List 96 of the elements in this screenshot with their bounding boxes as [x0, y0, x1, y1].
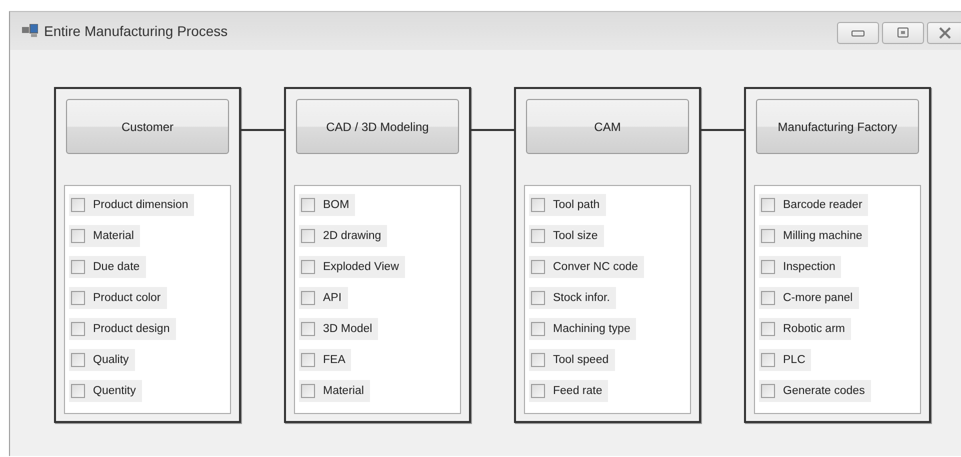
- maximize-icon: [896, 27, 910, 39]
- window-title: Entire Manufacturing Process: [44, 23, 228, 39]
- checkbox[interactable]: [531, 353, 545, 367]
- checkbox-item[interactable]: Stock infor.: [529, 287, 616, 309]
- checkbox-label: FEA: [323, 354, 346, 366]
- stage-button[interactable]: Customer: [66, 99, 229, 154]
- checkbox-label: Stock infor.: [553, 292, 610, 304]
- checkbox-item[interactable]: Tool size: [529, 225, 604, 247]
- close-icon: [938, 27, 952, 39]
- checkbox[interactable]: [71, 229, 85, 243]
- checkbox-item[interactable]: 3D Model: [299, 318, 378, 340]
- checkbox-item[interactable]: Product color: [69, 287, 167, 309]
- stage-button[interactable]: CAM: [526, 99, 689, 154]
- checkbox-label: 2D drawing: [323, 230, 382, 242]
- checkbox-label: Due date: [93, 261, 140, 273]
- checkbox[interactable]: [71, 384, 85, 398]
- checkbox[interactable]: [531, 322, 545, 336]
- checkbox[interactable]: [761, 353, 775, 367]
- checkbox-label: Tool path: [553, 199, 600, 211]
- minimize-icon: [851, 29, 865, 37]
- checkbox-item[interactable]: Milling machine: [759, 225, 868, 247]
- checkbox-item[interactable]: FEA: [299, 349, 352, 371]
- checkbox-item[interactable]: Quentity: [69, 380, 142, 402]
- checkbox-label: Exploded View: [323, 261, 399, 273]
- checkbox[interactable]: [531, 384, 545, 398]
- checkbox-item[interactable]: PLC: [759, 349, 812, 371]
- checkbox-item[interactable]: Machining type: [529, 318, 636, 340]
- minimize-button[interactable]: [837, 22, 879, 44]
- checkbox-label: Machining type: [553, 323, 630, 335]
- app-icon: [22, 24, 38, 38]
- checkbox[interactable]: [761, 291, 775, 305]
- checkbox-label: Product color: [93, 292, 161, 304]
- checkbox-item[interactable]: Due date: [69, 256, 146, 278]
- checkbox-item[interactable]: Feed rate: [529, 380, 608, 402]
- checkbox-item[interactable]: Product design: [69, 318, 176, 340]
- checkbox-item[interactable]: Exploded View: [299, 256, 405, 278]
- checkbox[interactable]: [301, 260, 315, 274]
- checkbox-item[interactable]: Tool path: [529, 194, 606, 216]
- checkbox-label: API: [323, 292, 342, 304]
- checkbox[interactable]: [301, 198, 315, 212]
- checkbox-label: Material: [93, 230, 134, 242]
- checkbox-label: Milling machine: [783, 230, 862, 242]
- checkbox[interactable]: [531, 260, 545, 274]
- stage-button[interactable]: CAD / 3D Modeling: [296, 99, 459, 154]
- checkbox[interactable]: [761, 198, 775, 212]
- checkbox[interactable]: [71, 353, 85, 367]
- close-button[interactable]: [927, 22, 961, 44]
- checkbox[interactable]: [71, 291, 85, 305]
- checkbox[interactable]: [761, 322, 775, 336]
- checkbox[interactable]: [71, 322, 85, 336]
- checkbox-label: Quentity: [93, 385, 136, 397]
- checkbox-label: Robotic arm: [783, 323, 845, 335]
- maximize-button[interactable]: [882, 22, 924, 44]
- checkbox[interactable]: [761, 229, 775, 243]
- checkbox[interactable]: [301, 291, 315, 305]
- checkbox-label: Conver NC code: [553, 261, 638, 273]
- checkbox-label: Material: [323, 385, 364, 397]
- stage-button[interactable]: Manufacturing Factory: [756, 99, 919, 154]
- checkbox[interactable]: [531, 198, 545, 212]
- checkbox[interactable]: [531, 291, 545, 305]
- checkbox-item[interactable]: BOM: [299, 194, 356, 216]
- checkbox-item[interactable]: Product dimension: [69, 194, 194, 216]
- checkbox[interactable]: [301, 229, 315, 243]
- checkbox-label: C-more panel: [783, 292, 853, 304]
- checkbox-item[interactable]: C-more panel: [759, 287, 859, 309]
- checkbox-label: Generate codes: [783, 385, 865, 397]
- checkbox-item[interactable]: Inspection: [759, 256, 842, 278]
- checkbox-item[interactable]: Conver NC code: [529, 256, 644, 278]
- checkbox[interactable]: [301, 322, 315, 336]
- checkbox-item[interactable]: Generate codes: [759, 380, 871, 402]
- checkbox-label: 3D Model: [323, 323, 372, 335]
- checkbox-item[interactable]: Tool speed: [529, 349, 615, 371]
- checkbox-item[interactable]: API: [299, 287, 348, 309]
- checkbox[interactable]: [761, 260, 775, 274]
- checkbox-label: BOM: [323, 199, 350, 211]
- checkbox[interactable]: [71, 198, 85, 212]
- checkbox[interactable]: [531, 229, 545, 243]
- checkbox-item[interactable]: Robotic arm: [759, 318, 851, 340]
- checkbox-label: Tool speed: [553, 354, 609, 366]
- checkbox[interactable]: [71, 260, 85, 274]
- checkbox[interactable]: [761, 384, 775, 398]
- checkbox[interactable]: [301, 353, 315, 367]
- checkbox-item[interactable]: Quality: [69, 349, 135, 371]
- checkbox-label: Quality: [93, 354, 129, 366]
- checkbox-label: Feed rate: [553, 385, 602, 397]
- checkbox-label: Tool size: [553, 230, 598, 242]
- checkbox-label: Barcode reader: [783, 199, 862, 211]
- checkbox[interactable]: [301, 384, 315, 398]
- checkbox-label: Product design: [93, 323, 170, 335]
- checkbox-item[interactable]: 2D drawing: [299, 225, 388, 247]
- checkbox-item[interactable]: Material: [299, 380, 370, 402]
- checkbox-label: Product dimension: [93, 199, 188, 211]
- checkbox-label: PLC: [783, 354, 806, 366]
- checkbox-item[interactable]: Barcode reader: [759, 194, 868, 216]
- checkbox-item[interactable]: Material: [69, 225, 140, 247]
- checkbox-label: Inspection: [783, 261, 836, 273]
